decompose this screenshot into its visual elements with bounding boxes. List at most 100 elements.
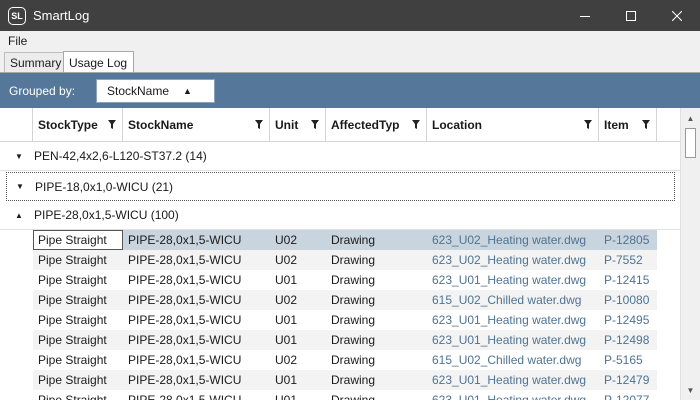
column-header-stocktype[interactable]: StockType	[33, 108, 123, 142]
group-row-pen-42[interactable]: ▼ PEN-42,4x2,6-L120-ST37.2 (14)	[0, 142, 680, 171]
table-cell[interactable]: Pipe Straight	[33, 350, 123, 370]
table-cell[interactable]: Drawing	[326, 310, 427, 330]
table-row[interactable]: Pipe Straight PIPE-28,0x1,5-WICU U01 Drawin…	[33, 310, 657, 330]
table-cell[interactable]: P-5165	[599, 350, 657, 370]
sort-ascending-icon[interactable]: ▲	[183, 86, 192, 96]
table-cell[interactable]: Drawing	[326, 290, 427, 310]
table-cell[interactable]: U02	[270, 250, 326, 270]
close-button[interactable]	[654, 0, 700, 31]
table-cell[interactable]: PIPE-28,0x1,5-WICU	[123, 290, 270, 310]
group-column-chip[interactable]: StockName ▲	[96, 79, 215, 103]
group-title: PIPE-28,0x1,5-WICU (100)	[34, 208, 179, 222]
maximize-icon	[626, 10, 636, 21]
table-cell[interactable]: U01	[270, 370, 326, 390]
table-row[interactable]: Pipe Straight PIPE-28,0x1,5-WICU U02 Drawin…	[33, 350, 657, 370]
table-cell[interactable]: 623_U01_Heating water.dwg	[427, 310, 599, 330]
column-header-label: Item	[604, 118, 629, 132]
table-cell[interactable]: 615_U02_Chilled water.dwg	[427, 350, 599, 370]
tab-usage-log[interactable]: Usage Log	[63, 51, 134, 73]
table-cell[interactable]: Pipe Straight	[33, 270, 123, 290]
table-row[interactable]: Pipe Straight PIPE-28,0x1,5-WICU U02 Drawin…	[33, 250, 657, 270]
collapse-arrow-icon[interactable]: ▲	[15, 211, 25, 220]
table-cell[interactable]: U01	[270, 270, 326, 290]
table-cell[interactable]: Pipe Straight	[33, 390, 123, 400]
table-cell[interactable]: P-10080	[599, 290, 657, 310]
table-cell[interactable]: U01	[270, 330, 326, 350]
group-title: PIPE-18,0x1,0-WICU (21)	[35, 179, 174, 194]
table-cell[interactable]: P-12498	[599, 330, 657, 350]
column-header-stockname[interactable]: StockName	[123, 108, 270, 142]
column-header-affectedtyp[interactable]: AffectedTyp	[326, 108, 427, 142]
table-cell[interactable]: Pipe Straight	[33, 330, 123, 350]
header-indent	[0, 108, 33, 142]
table-cell[interactable]: PIPE-28,0x1,5-WICU	[123, 310, 270, 330]
table-cell[interactable]: 615_U02_Chilled water.dwg	[427, 290, 599, 310]
table-cell[interactable]: 623_U01_Heating water.dwg	[427, 370, 599, 390]
table-cell[interactable]: PIPE-28,0x1,5-WICU	[123, 270, 270, 290]
table-cell[interactable]: PIPE-28,0x1,5-WICU	[123, 230, 270, 250]
vertical-scrollbar[interactable]: ▲ ▼	[680, 108, 700, 400]
table-cell[interactable]: PIPE-28,0x1,5-WICU	[123, 350, 270, 370]
table-cell[interactable]: P-12479	[599, 370, 657, 390]
table-cell[interactable]: U01	[270, 390, 326, 400]
table-cell[interactable]: 623_U02_Heating water.dwg	[427, 230, 599, 250]
filter-icon[interactable]	[255, 120, 263, 129]
table-cell[interactable]: PIPE-28,0x1,5-WICU	[123, 250, 270, 270]
table-cell[interactable]: Pipe Straight	[33, 310, 123, 330]
group-row-pipe-28[interactable]: ▲ PIPE-28,0x1,5-WICU (100)	[0, 201, 680, 230]
filter-icon[interactable]	[108, 120, 116, 129]
scroll-down-arrow-icon[interactable]: ▼	[681, 382, 700, 399]
table-cell[interactable]: Drawing	[326, 390, 427, 400]
scroll-thumb[interactable]	[685, 128, 696, 158]
table-cell[interactable]: Drawing	[326, 230, 427, 250]
table-cell[interactable]: Pipe Straight	[33, 250, 123, 270]
expand-arrow-icon[interactable]: ▼	[15, 152, 25, 161]
table-cell[interactable]: P-12415	[599, 270, 657, 290]
table-cell[interactable]: P-7552	[599, 250, 657, 270]
grouped-by-label: Grouped by:	[9, 83, 76, 98]
table-cell[interactable]: U02	[270, 290, 326, 310]
expand-arrow-icon[interactable]: ▼	[16, 182, 26, 191]
table-row[interactable]: Pipe Straight PIPE-28,0x1,5-WICU U02 Drawin…	[33, 230, 657, 250]
menu-file[interactable]: File	[8, 34, 27, 48]
table-cell[interactable]: Drawing	[326, 270, 427, 290]
tab-summary[interactable]: Summary	[4, 52, 64, 73]
column-header-unit[interactable]: Unit	[270, 108, 326, 142]
table-cell[interactable]: Drawing	[326, 330, 427, 350]
table-cell[interactable]: 623_U01_Heating water.dwg	[427, 390, 599, 400]
table-row[interactable]: Pipe Straight PIPE-28,0x1,5-WICU U01 Drawin…	[33, 390, 657, 400]
table-cell[interactable]: Pipe Straight	[33, 370, 123, 390]
table-cell[interactable]: Drawing	[326, 350, 427, 370]
table-cell[interactable]: PIPE-28,0x1,5-WICU	[123, 390, 270, 400]
table-cell[interactable]: P-12077	[599, 390, 657, 400]
table-cell[interactable]: U01	[270, 310, 326, 330]
window-controls	[562, 0, 700, 31]
table-cell[interactable]: 623_U01_Heating water.dwg	[427, 270, 599, 290]
table-row[interactable]: Pipe Straight PIPE-28,0x1,5-WICU U02 Drawin…	[33, 290, 657, 310]
group-row-pipe-18[interactable]: ▼ PIPE-18,0x1,0-WICU (21)	[6, 172, 675, 201]
table-cell[interactable]: U02	[270, 230, 326, 250]
table-row[interactable]: Pipe Straight PIPE-28,0x1,5-WICU U01 Drawin…	[33, 370, 657, 390]
column-header-location[interactable]: Location	[427, 108, 599, 142]
filter-icon[interactable]	[642, 120, 650, 129]
table-cell[interactable]: Drawing	[326, 250, 427, 270]
minimize-button[interactable]	[562, 0, 608, 31]
table-cell[interactable]: Pipe Straight	[33, 230, 123, 250]
table-cell[interactable]: 623_U01_Heating water.dwg	[427, 330, 599, 350]
table-cell[interactable]: U02	[270, 350, 326, 370]
scroll-up-arrow-icon[interactable]: ▲	[681, 110, 700, 127]
table-cell[interactable]: PIPE-28,0x1,5-WICU	[123, 370, 270, 390]
table-cell[interactable]: PIPE-28,0x1,5-WICU	[123, 330, 270, 350]
filter-icon[interactable]	[584, 120, 592, 129]
table-cell[interactable]: 623_U02_Heating water.dwg	[427, 250, 599, 270]
table-cell[interactable]: Drawing	[326, 370, 427, 390]
maximize-button[interactable]	[608, 0, 654, 31]
table-cell[interactable]: Pipe Straight	[33, 290, 123, 310]
table-row[interactable]: Pipe Straight PIPE-28,0x1,5-WICU U01 Drawin…	[33, 330, 657, 350]
filter-icon[interactable]	[412, 120, 420, 129]
table-cell[interactable]: P-12495	[599, 310, 657, 330]
column-header-item[interactable]: Item	[599, 108, 657, 142]
table-row[interactable]: Pipe Straight PIPE-28,0x1,5-WICU U01 Drawin…	[33, 270, 657, 290]
table-cell[interactable]: P-12805	[599, 230, 657, 250]
filter-icon[interactable]	[311, 120, 319, 129]
